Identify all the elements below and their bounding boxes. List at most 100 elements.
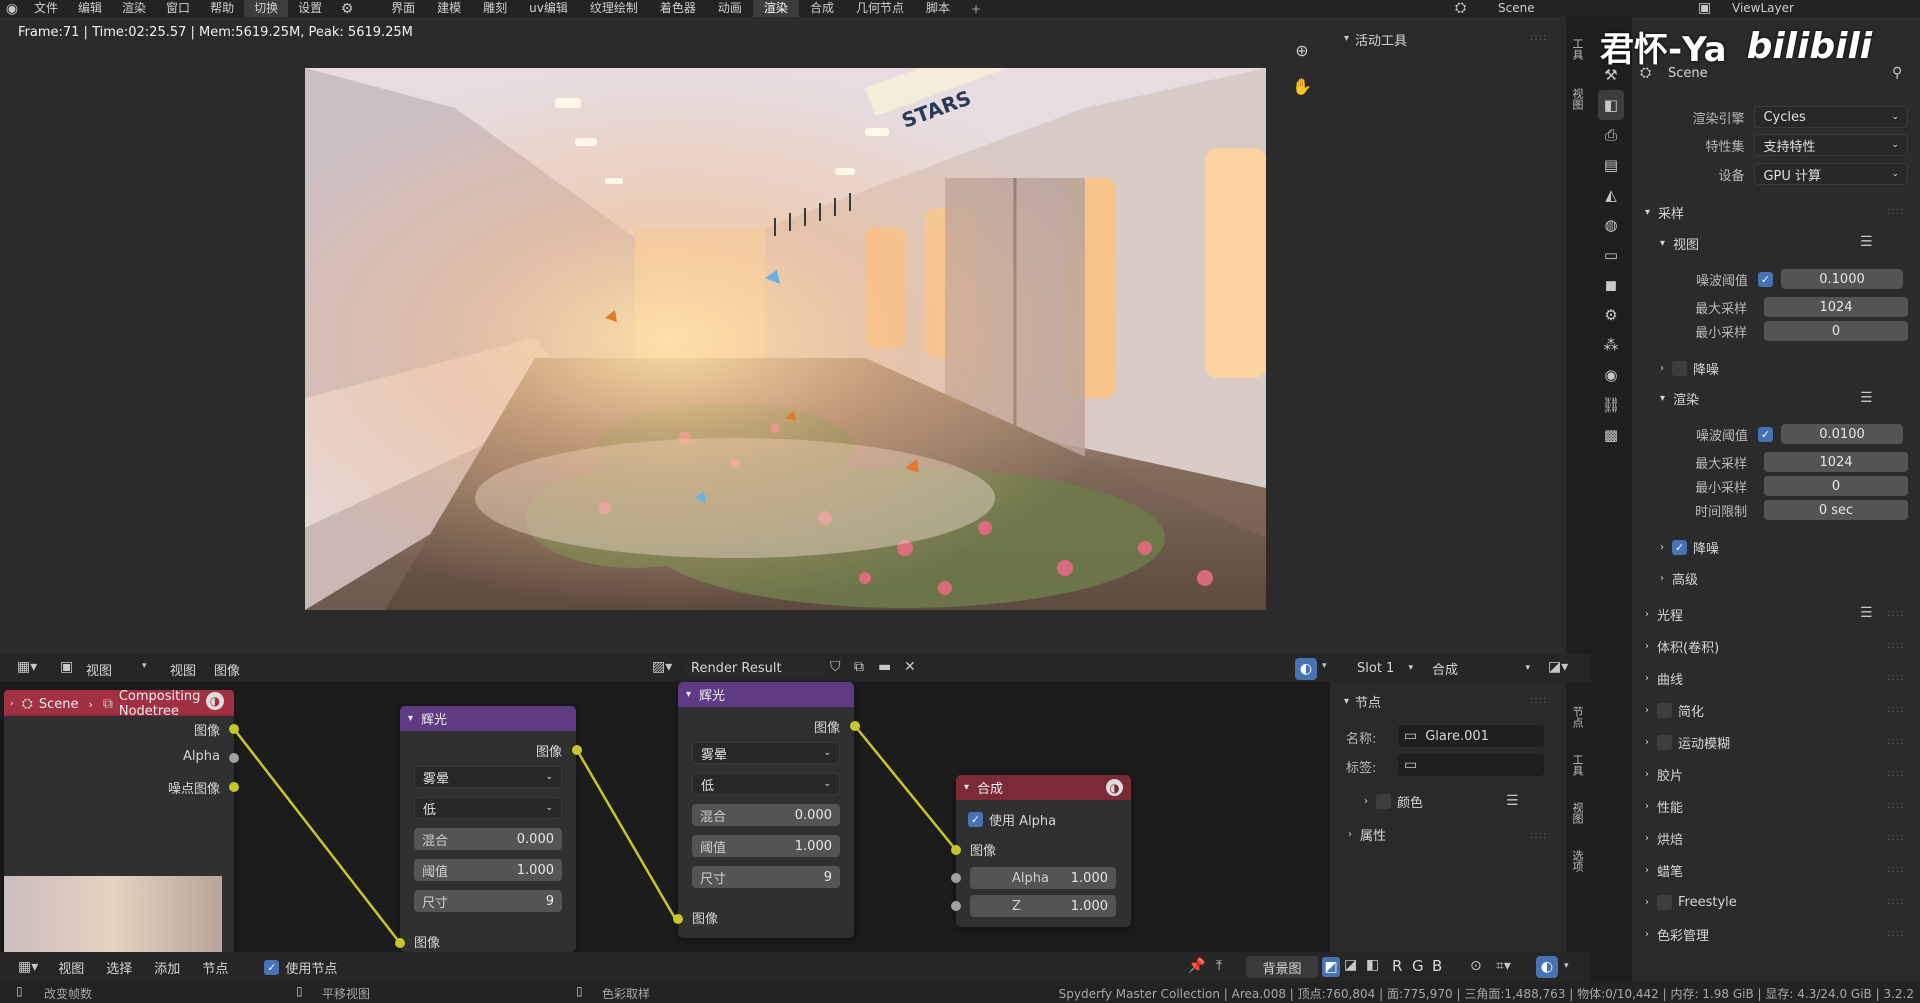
panel-grip-icon[interactable]: :::: (1530, 695, 1547, 706)
panel-grip-icon[interactable]: :::: (1530, 830, 1547, 841)
channel-b-button[interactable]: B (1432, 957, 1442, 975)
glare-node-2-quality-select[interactable]: 低 ⌄ (692, 773, 840, 795)
glare-node-1-threshold-field[interactable]: 阈值 1.000 (414, 859, 562, 881)
image-header-menu-image[interactable]: 图像 (214, 660, 240, 679)
editor-type-icon[interactable]: ▦▾ (18, 960, 38, 974)
render-noise-checkbox[interactable]: ✓ (1758, 426, 1773, 442)
properties-section-header[interactable]: › 运动模糊:::: (1645, 726, 1905, 758)
node-editor-menu-item[interactable]: 选择 (106, 958, 132, 977)
parent-node-icon[interactable]: ⤒ (1216, 959, 1222, 973)
node-tab-node[interactable]: 节点 (1566, 700, 1588, 734)
properties-section-header[interactable]: › 烘焙:::: (1645, 822, 1905, 854)
preset-list-icon[interactable]: ☰ (1860, 391, 1873, 405)
image-browse-icon[interactable]: ▨▾ (652, 660, 672, 674)
render-denoise-subpanel[interactable]: › ✓ 降噪 (1660, 538, 1719, 557)
workspace-tab[interactable]: 界面 (380, 0, 426, 17)
menu-item[interactable]: 编辑 (68, 0, 112, 17)
scene-name[interactable]: Scene (1498, 1, 1535, 15)
workspace-tab[interactable]: 合成 (799, 0, 845, 17)
panel-grip-icon[interactable]: :::: (1887, 800, 1904, 811)
glare-node-2-header[interactable]: ▾ 辉光 (678, 682, 854, 707)
render-max-field[interactable]: 1024 (1764, 452, 1908, 472)
panel-grip-icon[interactable]: :::: (1887, 608, 1904, 619)
composite-z-socket[interactable] (951, 901, 961, 911)
viewer-tab-view[interactable]: 视图 (1566, 80, 1588, 118)
view-layer-icon[interactable]: ▤ (1598, 150, 1624, 180)
glare-node-1-quality-select[interactable]: 低 ⌄ (414, 797, 562, 819)
open-folder-icon[interactable]: ▬ (878, 660, 891, 674)
texture-icon[interactable]: ▩ (1598, 420, 1624, 450)
sampling-panel-header[interactable]: ▾ 采样 (1645, 200, 1684, 224)
workspace-tab[interactable]: uv编辑 (518, 0, 579, 17)
node-tab-tool[interactable]: 工具 (1566, 748, 1588, 782)
glare-node-2-threshold-field[interactable]: 阈值 1.000 (692, 835, 840, 857)
zoom-icon[interactable]: ⊕ (1291, 40, 1313, 62)
render-noise-field[interactable]: 0.0100 (1781, 424, 1903, 444)
node-tab-options[interactable]: 选项 (1566, 844, 1588, 878)
use-alpha-checkbox[interactable]: ✓ (968, 812, 983, 827)
render-time-field[interactable]: 0 sec (1764, 500, 1908, 520)
section-enable-checkbox[interactable] (1657, 702, 1672, 718)
panel-grip-icon[interactable]: :::: (1887, 704, 1904, 715)
particles-icon[interactable]: ⁂ (1598, 330, 1624, 360)
image-name-field[interactable]: Render Result (683, 657, 826, 679)
pin-icon[interactable]: 📌 (1188, 959, 1205, 973)
render-advanced-subpanel[interactable]: › 高级 (1660, 569, 1698, 588)
view-mode-icon[interactable]: ▣ (60, 660, 73, 674)
properties-section-header[interactable]: › 光程 ☰:::: (1645, 598, 1905, 630)
panel-grip-icon[interactable]: :::: (1887, 768, 1904, 779)
node-label-field[interactable]: ▭ (1398, 754, 1544, 776)
workspace-tab[interactable]: 动画 (707, 0, 753, 17)
properties-section-header[interactable]: › 简化:::: (1645, 694, 1905, 726)
viewport-subpanel-header[interactable]: ▾ 视图 (1660, 231, 1699, 255)
panel-grip-icon[interactable]: :::: (1530, 32, 1547, 43)
active-tool-panel-header[interactable]: ▾ 活动工具 (1344, 27, 1407, 51)
list-icon[interactable]: ☰ (1506, 794, 1519, 808)
composite-alpha-socket[interactable] (951, 873, 961, 883)
collection-icon[interactable]: ▭ (1598, 240, 1624, 270)
glare-node-1-input-socket[interactable] (395, 938, 405, 948)
preset-list-icon[interactable]: ☰ (1860, 235, 1873, 249)
workspace-tab[interactable]: 建模 (426, 0, 472, 17)
viewport-max-field[interactable]: 1024 (1764, 297, 1908, 317)
scene-icon[interactable]: ⛭ (1455, 1, 1466, 15)
node-properties-subpanel[interactable]: › 属性 (1348, 825, 1386, 844)
snap-options-icon[interactable]: ⌗▾ (1496, 959, 1511, 973)
viewport-noise-field[interactable]: 0.1000 (1781, 269, 1903, 289)
glare-node-2-mix-field[interactable]: 混合 0.000 (692, 804, 840, 826)
panel-grip-icon[interactable]: :::: (1887, 672, 1904, 683)
glare-node-1-mix-field[interactable]: 混合 0.000 (414, 828, 562, 850)
menu-item[interactable]: 文件 (24, 0, 68, 17)
preset-list-icon[interactable]: ☰ (1860, 606, 1873, 620)
output-icon[interactable]: ⎙ (1598, 120, 1624, 150)
node-editor-menu-item[interactable]: 节点 (202, 958, 228, 977)
glare-node-2-type-select[interactable]: 雾晕 ⌄ (692, 742, 840, 764)
modifier-icon[interactable]: ⚙ (1598, 300, 1624, 330)
viewport-noise-checkbox[interactable]: ✓ (1758, 271, 1773, 287)
view-mode-select[interactable]: 视图 (86, 660, 112, 679)
node-panel-header[interactable]: ▾ 节点 (1344, 689, 1381, 713)
menu-item[interactable]: 切换 (244, 0, 289, 17)
workspace-tab[interactable]: 雕刻 (472, 0, 518, 17)
use-alpha-toggle[interactable]: ✓ 使用 Alpha (968, 810, 1056, 829)
editor-type-icon[interactable]: ▦▾ (17, 660, 37, 674)
glare-node-2-size-field[interactable]: 尺寸 9 (692, 866, 840, 888)
backdrop-toggle[interactable]: 背景图 (1246, 956, 1318, 978)
viewport-denoise-checkbox[interactable] (1672, 361, 1687, 376)
glare-node-2[interactable]: ▾ 辉光 图像 雾晕 ⌄ 低 ⌄ 混合 0.000 阈值 1.000 尺寸 9 图像 (678, 682, 854, 938)
workspace-tab[interactable]: 着色器 (649, 0, 707, 17)
snap-icon[interactable]: ⊙ (1470, 959, 1482, 973)
glare-node-1-size-field[interactable]: 尺寸 9 (414, 890, 562, 912)
channel-rgba-icon[interactable]: ◩ (1322, 957, 1340, 977)
scene-properties-icon[interactable]: ◭ (1598, 180, 1624, 210)
glare-node-1[interactable]: ▾ 辉光 图像 雾晕 ⌄ 低 ⌄ 混合 0.000 阈值 1.000 尺寸 9 图像 (400, 706, 576, 952)
menu-item[interactable]: 帮助 (200, 0, 244, 17)
object-icon[interactable]: ◼ (1598, 270, 1624, 300)
device-select[interactable]: GPU 计算 ⌄ (1754, 163, 1908, 185)
pin-icon[interactable]: ⚲ (1892, 66, 1902, 80)
pan-hand-icon[interactable]: ✋ (1291, 76, 1313, 98)
section-enable-checkbox[interactable] (1657, 734, 1672, 750)
menu-item[interactable]: 窗口 (156, 0, 200, 17)
viewport-denoise-subpanel[interactable]: › 降噪 (1660, 359, 1719, 378)
node-name-field[interactable]: ▭ Glare.001 (1398, 725, 1544, 747)
